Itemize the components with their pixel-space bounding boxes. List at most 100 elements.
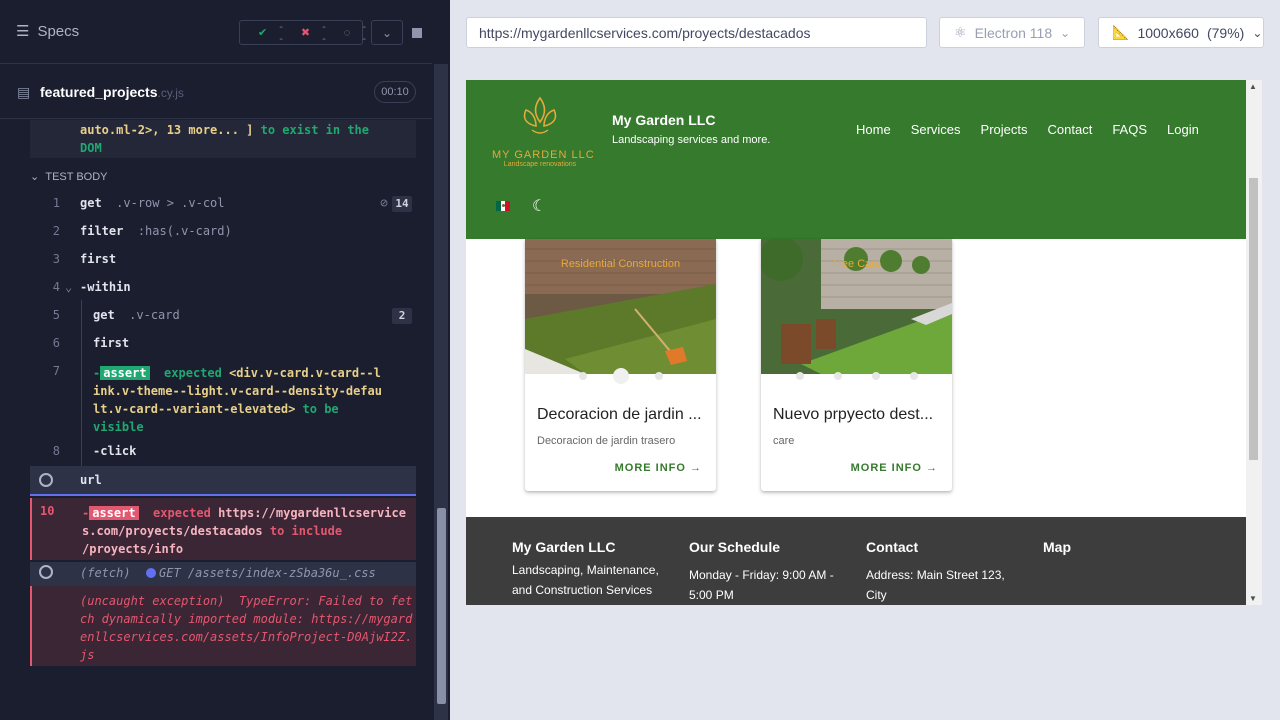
card-title: Nuevo prpyecto dest...: [773, 406, 934, 423]
command-number: 8: [52, 444, 60, 458]
command-name-text: get: [93, 308, 115, 322]
card-subtitle: care: [773, 435, 795, 447]
project-card[interactable]: Tree Care Nuevo prpyecto dest... care MO…: [761, 239, 952, 491]
more-info-button[interactable]: MORE INFO →: [615, 462, 702, 474]
check-icon: ✔: [258, 27, 268, 39]
command-number: 6: [52, 336, 60, 350]
failed-count: --: [322, 20, 326, 45]
failed-assert-row[interactable]: 10 - assert expected https://mygardenllcs…: [30, 498, 416, 560]
command-row[interactable]: 3 first: [30, 252, 416, 276]
viewport-selector[interactable]: 📐 1000x660 (79%) ⌄: [1098, 17, 1264, 48]
command-name: first: [93, 336, 130, 350]
footer-column: My Garden LLC Landscaping, Maintenance, …: [512, 539, 672, 600]
footer-column: Map: [1043, 539, 1203, 560]
app-scrollbar-thumb[interactable]: [1249, 178, 1258, 460]
more-info-label: MORE INFO: [614, 462, 686, 474]
mexico-flag-icon[interactable]: [496, 201, 511, 211]
previous-assertion-text: auto.ml-2>, 13 more... ] to exist in the…: [80, 121, 400, 157]
stop-button[interactable]: [401, 20, 433, 45]
more-info-button[interactable]: MORE INFO →: [851, 462, 938, 474]
passed-count: --: [279, 20, 283, 45]
card-category: Residential Construction: [560, 258, 681, 270]
url-command-row[interactable]: url: [30, 466, 416, 496]
command-name: -click: [93, 444, 137, 458]
assert-tag: assert: [89, 506, 139, 520]
previous-assertion-line2: DOM: [80, 141, 102, 155]
nav-projects[interactable]: Projects: [981, 122, 1028, 137]
nav-login[interactable]: Login: [1167, 122, 1199, 137]
nav-contact[interactable]: Contact: [1048, 122, 1093, 137]
test-body-section[interactable]: ⌄ TEST BODY: [30, 170, 108, 183]
file-icon: ▤: [17, 84, 31, 100]
spec-file-header: ▤ featured_projects.cy.js 00:10: [0, 64, 432, 119]
footer-heading: Contact: [866, 539, 919, 555]
element-count-badge: 2: [392, 308, 412, 324]
footer-heading: Map: [1043, 539, 1071, 555]
footer-heading: My Garden LLC: [512, 539, 616, 555]
command-row[interactable]: 5 get .v-card 2: [30, 308, 416, 332]
command-number: 4: [52, 280, 60, 294]
cross-icon: ✖: [300, 27, 311, 39]
scroll-down-icon[interactable]: ▼: [1249, 594, 1257, 603]
log-scrollbar-thumb[interactable]: [437, 508, 446, 704]
nav-home[interactable]: Home: [856, 122, 891, 137]
command-number: 10: [40, 504, 55, 518]
assert-include: to include: [269, 524, 343, 538]
pending-count: --: [362, 20, 366, 45]
scroll-up-icon[interactable]: ▲: [1249, 82, 1257, 91]
menu-icon: ☰: [16, 23, 30, 40]
spinner-icon: [39, 565, 53, 579]
command-number: 5: [52, 308, 60, 322]
brand-name: My Garden LLC: [612, 112, 716, 128]
command-number: 3: [52, 252, 60, 266]
assert-row[interactable]: 7 - assert expected <div.v-card.v-card--l…: [30, 364, 416, 438]
nav-faqs[interactable]: FAQS: [1112, 122, 1147, 137]
command-row[interactable]: 1 get .v-row > .v-col ⊘ 14: [30, 196, 416, 220]
command-row[interactable]: 6 first: [30, 336, 416, 360]
browser-name: Electron 118: [974, 24, 1053, 41]
logo-text: MY GARDEN LLC: [492, 149, 595, 161]
specs-label: Specs: [37, 22, 80, 40]
carousel-dots: [525, 368, 716, 384]
card-title: Decoracion de jardin ...: [537, 406, 702, 423]
leaf-logo-icon: [523, 96, 557, 134]
project-card[interactable]: Residential Construction Decoracion de j…: [525, 239, 716, 491]
command-name-text: filter: [80, 224, 124, 238]
pending-dot-icon: [146, 568, 156, 578]
previous-assertion-line1: auto.ml-2>, 13 more... ]: [80, 123, 254, 137]
command-number: 1: [52, 196, 60, 210]
preview-panel: https://mygardenllcservices.com/proyects…: [450, 0, 1280, 720]
exception-message: (uncaught exception) TypeError: Failed t…: [80, 592, 414, 664]
chevron-down-icon: ⌄: [1060, 25, 1071, 40]
command-name: -within: [80, 280, 131, 294]
chevron-down-icon: ⌄: [30, 171, 40, 183]
command-row[interactable]: 4 ⌄ -within: [30, 280, 416, 304]
fetch-arg: GET /assets/index-zSba36u_.css: [159, 566, 376, 580]
spec-file-extension: .cy.js: [157, 86, 184, 100]
stop-icon: [412, 27, 422, 38]
site-logo[interactable]: MY GARDEN LLC Landscape renovations: [492, 94, 595, 168]
fetch-row[interactable]: (fetch) GET /assets/index-zSba36u_.css: [30, 562, 416, 586]
previous-assertion: auto.ml-2>, 13 more... ] to exist in the…: [30, 120, 416, 158]
command-log-panel: ☰ Specs ✔ -- ✖ -- ◌ -- ⌄ ▤ featured_project…: [0, 0, 450, 720]
site-footer: My Garden LLC Landscaping, Maintenance, …: [466, 517, 1246, 605]
command-row[interactable]: 8 -click: [30, 444, 416, 468]
fetch-label: (fetch): [80, 566, 131, 580]
chevron-down-button[interactable]: ⌄: [371, 20, 403, 45]
exception-row[interactable]: (uncaught exception) TypeError: Failed t…: [30, 586, 416, 666]
failed-assert-message: - assert expected https://mygardenllcserv…: [82, 506, 406, 556]
nav-services[interactable]: Services: [911, 122, 961, 137]
command-row[interactable]: 2 filter :has(.v-card): [30, 224, 416, 248]
specs-toggle[interactable]: ☰ Specs: [16, 22, 80, 41]
command-name: url: [80, 473, 102, 487]
element-count-badge: 14: [392, 196, 412, 212]
assert-tag: assert: [100, 366, 150, 380]
moon-icon[interactable]: ☾: [532, 196, 546, 216]
url-field[interactable]: https://mygardenllcservices.com/proyects…: [466, 17, 927, 48]
assert-message: - assert expected <div.v-card.v-card--lin…: [93, 366, 382, 434]
browser-selector[interactable]: ⚛ Electron 118 ⌄: [939, 17, 1085, 48]
command-arg: :has(.v-card): [137, 224, 232, 238]
command-name: get .v-card: [93, 308, 180, 322]
arrow-right-icon: →: [690, 462, 702, 474]
pending-icon: ◌: [343, 26, 351, 39]
